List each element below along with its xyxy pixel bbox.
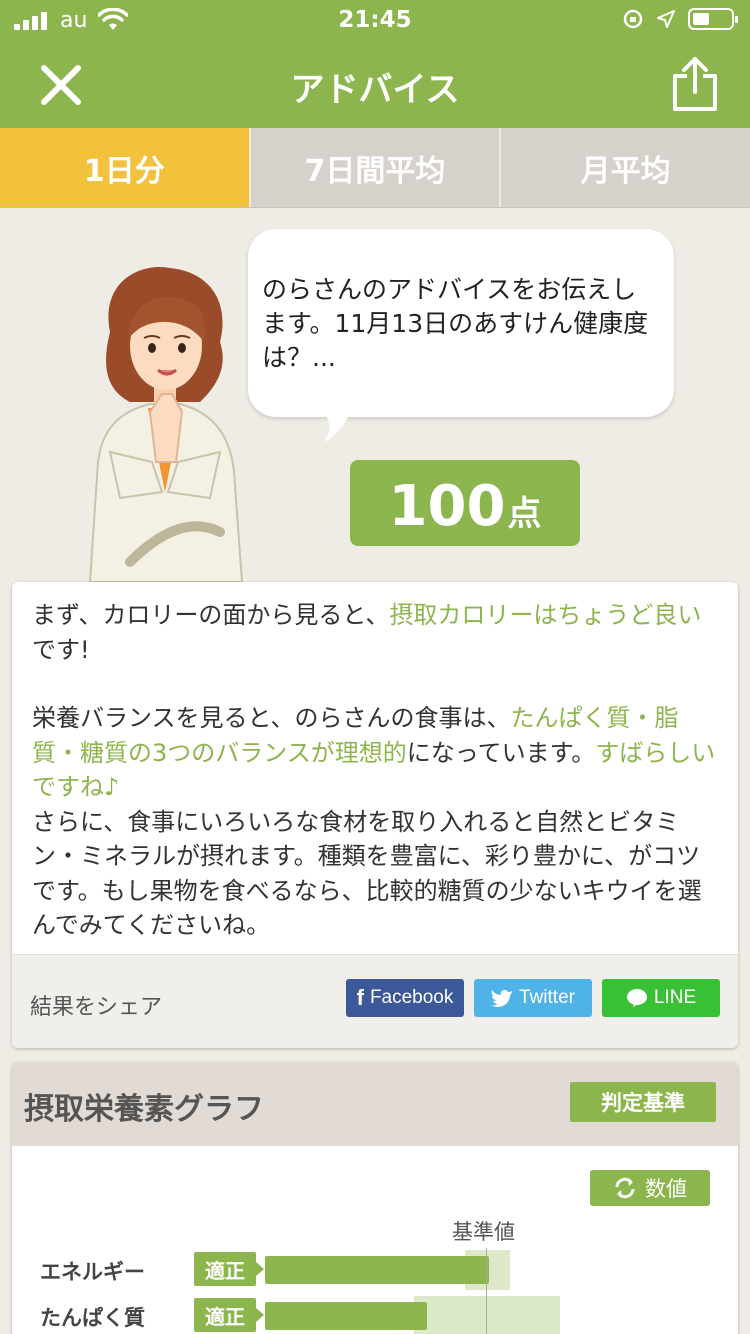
twitter-share-button[interactable]: Twitter — [474, 979, 592, 1017]
nutrient-bar — [265, 1302, 427, 1330]
nutrient-row-energy: エネルギー 適正 — [12, 1250, 738, 1290]
bubble-text: のらさんのアドバイスをお伝えします。11月13日のあすけん健康度は？... — [262, 275, 649, 372]
status-badge: 適正 — [194, 1298, 264, 1332]
share-label: 結果をシェア — [30, 995, 163, 1020]
reference-range — [414, 1296, 560, 1334]
share-row: 結果をシェア f Facebook Twitter LINE — [12, 954, 738, 1048]
facebook-share-button[interactable]: f Facebook — [346, 979, 464, 1017]
advice-paragraph-calorie: まず、カロリーの面から見ると、摂取カロリーはちょうど良いです! — [32, 601, 701, 664]
tab-daily[interactable]: 1日分 — [0, 128, 249, 207]
refresh-icon — [615, 1177, 635, 1199]
page-title: アドバイス — [290, 70, 460, 110]
reference-line — [486, 1248, 487, 1334]
battery-icon — [688, 8, 738, 30]
nutrient-bar — [265, 1256, 489, 1284]
status-bar: au 21:45 — [0, 0, 750, 42]
share-icon[interactable] — [670, 56, 720, 112]
criteria-button[interactable]: 判定基準 — [570, 1082, 716, 1122]
status-badge: 適正 — [194, 1252, 264, 1286]
tab-7day-average[interactable]: 7日間平均 — [248, 128, 500, 207]
period-tabs: 1日分 7日間平均 月平均 — [0, 128, 750, 208]
nutrient-graph-section: 摂取栄養素グラフ 判定基準 数値 基準値 エネルギー 適正 たんぱく質 適正 — [12, 1062, 738, 1334]
facebook-icon: f — [356, 985, 364, 1010]
location-icon — [657, 10, 675, 28]
advice-speech-bubble: のらさんのアドバイスをお伝えします。11月13日のあすけん健康度は？... — [248, 229, 674, 417]
health-score-badge: 100 点 — [350, 460, 580, 546]
score-value: 100 — [388, 474, 506, 539]
advice-paragraph-balance: 栄養バランスを見ると、のらさんの食事は、たんぱく質・脂質・糖質の3つのバランスが… — [32, 704, 716, 801]
advisor-character-illustration — [88, 266, 244, 582]
bubble-tail — [320, 410, 352, 442]
line-icon — [626, 989, 647, 1007]
tab-monthly-average[interactable]: 月平均 — [499, 128, 750, 207]
graph-title: 摂取栄養素グラフ — [24, 1092, 264, 1127]
orientation-lock-icon — [623, 9, 643, 29]
line-share-button[interactable]: LINE — [602, 979, 720, 1017]
show-values-button[interactable]: 数値 — [590, 1170, 710, 1206]
nutrient-row-protein: たんぱく質 適正 — [12, 1296, 738, 1334]
twitter-icon — [491, 989, 513, 1007]
graph-header: 摂取栄養素グラフ 判定基準 — [12, 1062, 738, 1146]
score-unit: 点 — [507, 494, 542, 534]
nav-bar: アドバイス — [0, 42, 750, 128]
reference-label: 基準値 — [452, 1220, 515, 1244]
advice-paragraph-tips: さらに、食事にいろいろな食材を取り入れると自然とビタミン・ミネラルが摂れます。種… — [32, 807, 702, 940]
advice-text: まず、カロリーの面から見ると、摂取カロリーはちょうど良いです! 栄養バランスを見… — [12, 582, 738, 943]
advice-card: まず、カロリーの面から見ると、摂取カロリーはちょうど良いです! 栄養バランスを見… — [12, 582, 738, 1048]
